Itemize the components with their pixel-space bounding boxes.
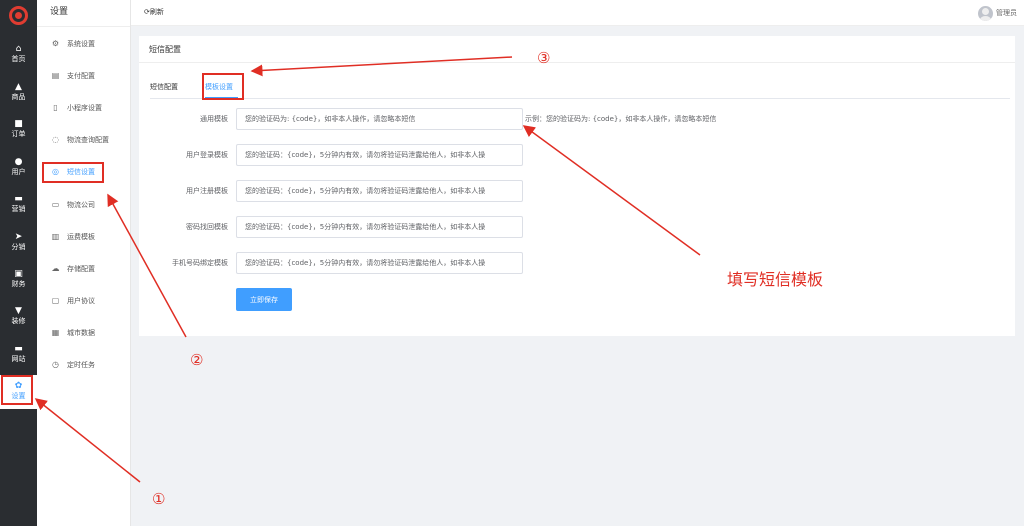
annotation-number-3: ③ — [537, 49, 551, 67]
arrow-1 — [34, 398, 141, 483]
arrow-2 — [107, 193, 187, 338]
arrow-callout — [522, 125, 701, 256]
annotation-number-2: ② — [190, 351, 204, 369]
arrow-3 — [250, 56, 513, 77]
annotation-callout: 填写短信模板 — [727, 270, 824, 289]
annotation-number-1: ① — [152, 490, 166, 508]
annotation-arrows — [34, 56, 701, 483]
